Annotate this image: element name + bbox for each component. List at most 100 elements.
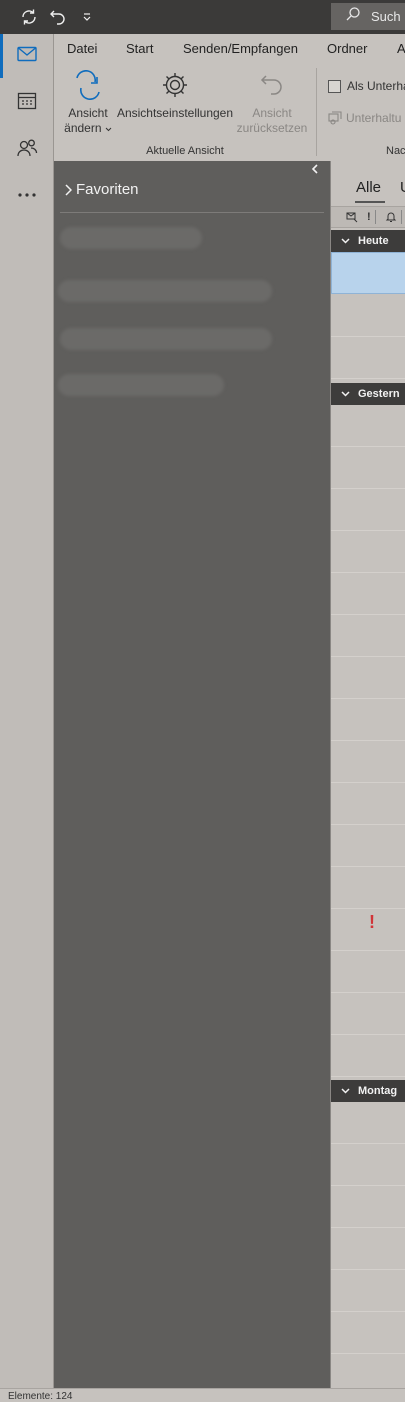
sync-icon[interactable] <box>18 6 40 28</box>
folder-item-blurred[interactable] <box>58 374 224 396</box>
message-row[interactable] <box>331 489 405 531</box>
search-icon <box>345 6 361 27</box>
ansicht-aendern-line1: Ansicht <box>68 106 108 120</box>
folder-item-blurred[interactable] <box>60 328 272 350</box>
collapse-folder-pane-button[interactable] <box>308 163 322 177</box>
message-row[interactable] <box>331 741 405 783</box>
message-type-icon[interactable] <box>346 210 358 224</box>
column-divider <box>401 210 402 224</box>
undo-icon[interactable] <box>47 6 69 28</box>
column-header: ! <box>331 206 405 228</box>
navigation-rail <box>0 34 54 1388</box>
chevron-left-icon <box>311 161 319 179</box>
ribbon: Datei Start Senden/Empfangen Ordner A An… <box>54 34 405 161</box>
nav-people[interactable] <box>0 128 54 172</box>
search-label: Such <box>371 9 401 24</box>
message-row[interactable] <box>331 867 405 909</box>
search-box[interactable]: Such <box>331 3 405 30</box>
change-view-icon <box>60 68 116 102</box>
group-label-gestern: Gestern <box>358 388 400 400</box>
tab-ansicht[interactable]: A <box>397 41 405 56</box>
message-row[interactable] <box>331 447 405 489</box>
als-unterhaltungen-checkbox[interactable]: Als Unterha <box>328 79 405 93</box>
folder-item-blurred[interactable] <box>58 280 272 302</box>
folder-pane: Favoriten <box>54 161 330 1388</box>
message-row[interactable] <box>331 337 405 379</box>
favorites-divider <box>60 212 324 213</box>
high-importance-icon: ! <box>369 912 375 932</box>
ansichtseinstellungen-label: Ansichtseinstellungen <box>116 106 234 120</box>
tab-senden-empfangen[interactable]: Senden/Empfangen <box>183 41 298 56</box>
message-list: Alle U ! Heute Gestern ! <box>330 161 405 1388</box>
ribbon-tabs: Datei Start Senden/Empfangen Ordner A <box>54 34 405 64</box>
nav-mail[interactable] <box>0 34 54 78</box>
tab-datei[interactable]: Datei <box>67 41 97 56</box>
folder-item-blurred[interactable] <box>60 227 202 249</box>
filter-unread[interactable]: U <box>400 179 405 196</box>
message-row[interactable]: ! <box>331 909 405 951</box>
message-row[interactable] <box>331 1228 405 1270</box>
favorites-label: Favoriten <box>76 181 139 198</box>
calendar-icon <box>17 91 37 116</box>
group-label-nachrichten: Nac <box>386 145 405 157</box>
people-icon <box>16 138 38 163</box>
reminder-bell-icon[interactable] <box>385 210 397 224</box>
als-unterhaltungen-label: Als Unterha <box>347 79 405 93</box>
message-row[interactable] <box>331 783 405 825</box>
tab-ordner[interactable]: Ordner <box>327 41 367 56</box>
unterhaltungseinstellungen-button[interactable]: Unterhaltu <box>328 111 401 125</box>
message-row[interactable] <box>331 699 405 741</box>
ansicht-aendern-button[interactable]: Ansicht ändern <box>60 68 116 136</box>
group-header-gestern[interactable]: Gestern <box>331 383 405 405</box>
message-filters: Alle U <box>331 161 405 206</box>
more-icon <box>17 185 37 203</box>
message-row[interactable] <box>331 573 405 615</box>
message-row[interactable] <box>331 1144 405 1186</box>
importance-column-icon[interactable]: ! <box>367 210 371 224</box>
ansichtseinstellungen-button[interactable]: Ansichtseinstellungen <box>116 68 234 121</box>
message-row[interactable] <box>331 531 405 573</box>
message-row[interactable] <box>331 1312 405 1354</box>
chevron-down-icon <box>105 121 112 135</box>
ansicht-aendern-line2-wrap: ändern <box>60 121 116 136</box>
customize-toolbar-icon[interactable] <box>76 6 98 28</box>
nav-calendar[interactable] <box>0 81 54 125</box>
checkbox-box <box>328 79 341 93</box>
chevron-down-icon <box>341 238 350 244</box>
conversation-settings-icon <box>328 111 342 125</box>
column-divider <box>375 210 376 224</box>
chevron-down-icon <box>341 391 350 397</box>
message-row[interactable] <box>331 1270 405 1312</box>
message-row[interactable] <box>331 295 405 337</box>
message-row[interactable] <box>331 615 405 657</box>
chevron-down-icon <box>341 1088 350 1094</box>
message-row[interactable] <box>331 1102 405 1144</box>
selected-indicator <box>0 34 3 78</box>
favorites-header[interactable]: Favoriten <box>64 181 139 198</box>
tab-start[interactable]: Start <box>126 41 153 56</box>
message-row[interactable] <box>331 405 405 447</box>
message-row[interactable] <box>331 657 405 699</box>
ansicht-zuruecksetzen-line2: zurücksetzen <box>236 121 308 135</box>
group-label-aktuelle-ansicht: Aktuelle Ansicht <box>146 145 224 157</box>
chevron-right-icon <box>64 183 72 196</box>
nav-more[interactable] <box>0 172 54 216</box>
ansicht-zuruecksetzen-button[interactable]: Ansicht zurücksetzen <box>236 68 308 136</box>
reset-icon <box>236 68 308 102</box>
message-row[interactable] <box>331 1354 405 1388</box>
message-row[interactable] <box>331 1035 405 1077</box>
message-row[interactable] <box>331 1186 405 1228</box>
filter-all[interactable]: Alle <box>356 179 381 196</box>
group-header-montag[interactable]: Montag <box>331 1080 405 1102</box>
item-count: Elemente: 124 <box>8 1391 73 1402</box>
title-bar: Such <box>0 0 405 34</box>
message-row-selected[interactable] <box>331 252 405 294</box>
message-row[interactable] <box>331 825 405 867</box>
group-header-heute[interactable]: Heute <box>331 230 405 252</box>
gear-icon <box>116 68 234 102</box>
ribbon-separator <box>316 68 317 156</box>
filter-active-underline <box>355 201 385 203</box>
group-label-montag: Montag <box>358 1085 398 1097</box>
message-row[interactable] <box>331 993 405 1035</box>
message-row[interactable] <box>331 951 405 993</box>
